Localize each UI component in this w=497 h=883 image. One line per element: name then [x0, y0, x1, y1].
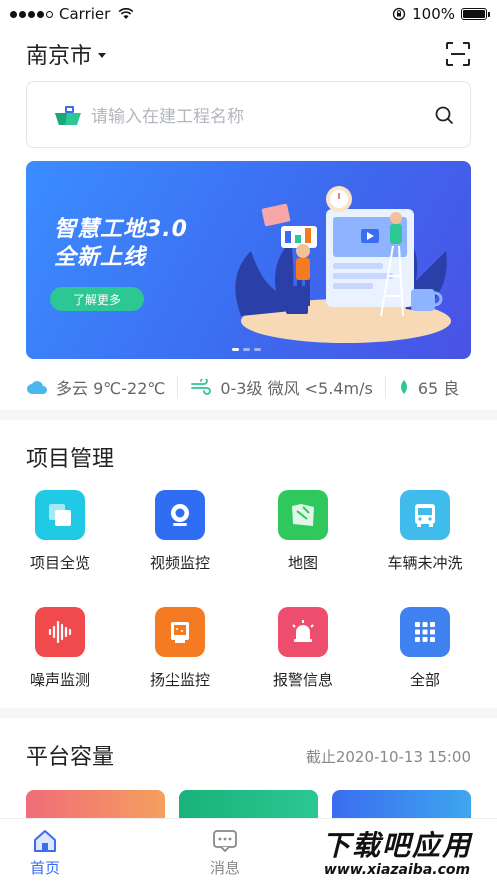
tab-home[interactable]: 首页 [0, 819, 90, 883]
alarm-light-icon [278, 607, 328, 657]
air-quality: 65 良 [417, 379, 460, 398]
sound-wave-icon [35, 607, 85, 657]
grid-item-label: 噪声监测 [29, 671, 90, 689]
map-icon [278, 490, 328, 540]
promo-banner[interactable]: 智慧工地3.0 全新上线 了解更多 [26, 161, 471, 359]
top-bar: 南京市 [0, 34, 497, 74]
caret-down-icon [98, 52, 107, 58]
construction-logo-icon [55, 105, 81, 125]
grid-item-noise-monitor[interactable]: 噪声监测 [0, 607, 122, 690]
learn-more-button[interactable]: 了解更多 [50, 287, 144, 311]
search-icon[interactable] [434, 105, 454, 125]
banner-subtitle: 全新上线 [54, 245, 147, 270]
wind-info: 0-3级 微风 <5.4m/s [220, 379, 373, 398]
weather-bar: 多云 9℃-22℃ 0-3级 微风 <5.4m/s 65 良 [26, 370, 471, 404]
signal-icon [10, 10, 53, 18]
grid-item-label: 全部 [409, 671, 440, 689]
grid-item-alarm-info[interactable]: 报警信息 [241, 607, 365, 690]
project-overview-icon [35, 490, 85, 540]
pager-dot [232, 348, 239, 351]
section-divider [0, 410, 497, 420]
leaf-icon [400, 380, 407, 394]
deadline-text: 截止2020-10-13 15:00 [305, 748, 471, 766]
weather-condition: 多云 9℃-22℃ [56, 379, 166, 398]
watermark: 下载吧应用 www.xiazaiba.com [300, 822, 494, 880]
pager-dot [243, 348, 250, 351]
message-icon [213, 830, 237, 853]
grid-item-video-monitor[interactable]: 视频监控 [118, 490, 242, 573]
bus-icon [400, 490, 450, 540]
tab-label: 消息 [209, 859, 240, 877]
banner-pager [232, 348, 261, 351]
cloud-icon [27, 381, 47, 394]
tab-messages[interactable]: 消息 [160, 819, 290, 883]
grid-item-label: 地图 [287, 554, 318, 572]
battery-icon [461, 8, 490, 20]
grid-item-label: 车辆未冲洗 [387, 554, 463, 572]
banner-illustration-icon [235, 186, 451, 343]
city-label: 南京市 [26, 44, 93, 69]
grid-all-icon [400, 607, 450, 657]
dust-monitor-icon [155, 607, 205, 657]
project-section-title: 项目管理 [26, 447, 115, 472]
carrier-label: Carrier [59, 5, 111, 23]
camera-icon [155, 490, 205, 540]
battery-percent: 100% [412, 5, 455, 23]
grid-item-label: 项目全览 [29, 554, 90, 572]
search-bar[interactable]: 请输入在建工程名称 [26, 81, 471, 148]
grid-item-label: 报警信息 [272, 671, 333, 689]
grid-item-dust-monitor[interactable]: 扬尘监控 [118, 607, 242, 690]
search-input[interactable]: 请输入在建工程名称 [91, 102, 434, 127]
pager-dot [254, 348, 261, 351]
status-bar: Carrier 100% [0, 0, 497, 28]
grid-item-project-overview[interactable]: 项目全览 [0, 490, 122, 573]
grid-item-label: 视频监控 [149, 554, 210, 572]
city-selector[interactable]: 南京市 [26, 38, 107, 70]
wifi-icon [118, 8, 134, 19]
grid-item-label: 扬尘监控 [149, 671, 210, 689]
tab-label: 首页 [29, 859, 60, 877]
grid-item-vehicle-unwashed[interactable]: 车辆未冲洗 [363, 490, 487, 573]
platform-section-title: 平台容量 [26, 745, 115, 770]
rotation-lock-icon [392, 7, 406, 21]
section-divider [0, 708, 497, 718]
watermark-url: www.xiazaiba.com [323, 862, 471, 878]
wind-icon [191, 379, 212, 395]
scan-icon[interactable] [445, 41, 471, 67]
grid-item-map[interactable]: 地图 [241, 490, 365, 573]
watermark-title: 下载吧应用 [321, 829, 472, 862]
grid-item-all[interactable]: 全部 [363, 607, 487, 690]
home-icon [34, 830, 56, 852]
